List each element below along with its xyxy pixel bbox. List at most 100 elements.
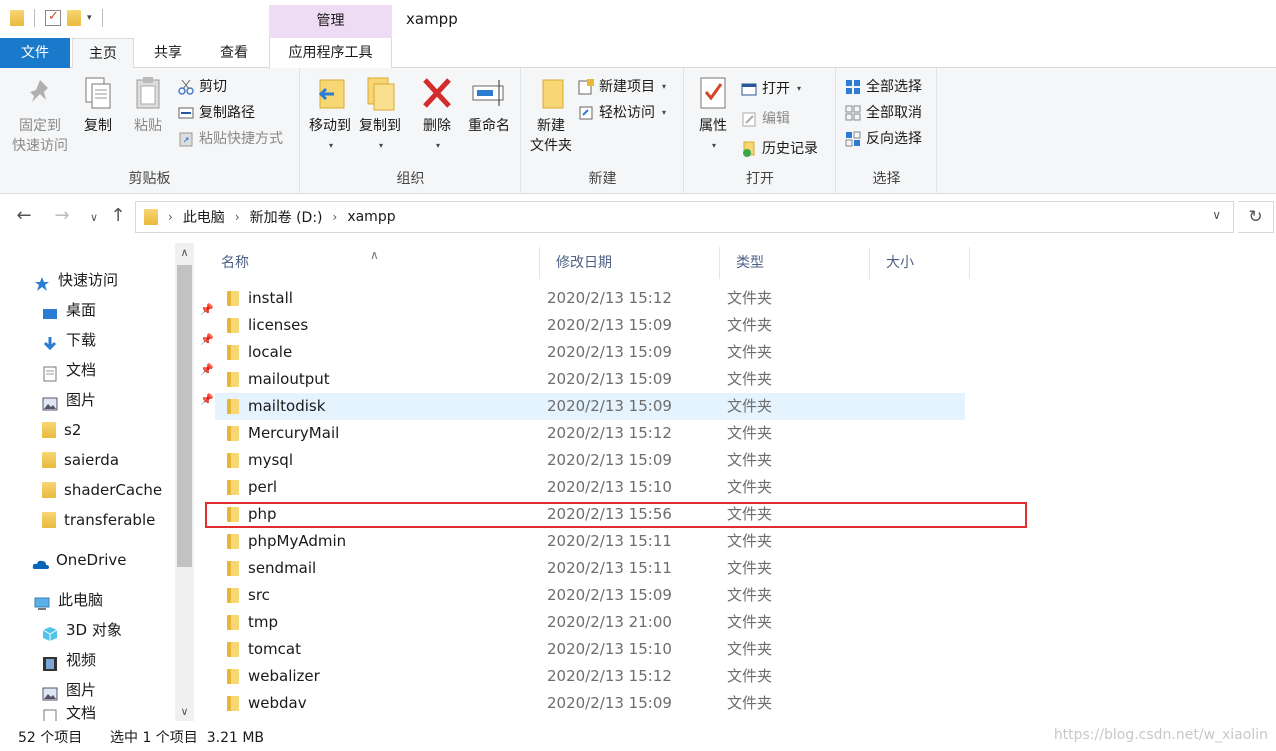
breadcrumb-separator-icon[interactable]: › xyxy=(333,210,338,224)
nav-this-pc[interactable]: 此电脑 xyxy=(34,585,103,615)
new-folder-qat-icon[interactable] xyxy=(67,10,81,26)
rename-button[interactable]: 重命名 xyxy=(463,74,515,136)
easy-access-dropdown-icon: ▾ xyxy=(662,108,667,117)
column-header-modified[interactable]: 修改日期 xyxy=(540,247,720,279)
up-arrow-icon[interactable]: ↑ xyxy=(106,205,130,226)
tab-file[interactable]: 文件 xyxy=(0,38,70,68)
select-none-button[interactable]: 全部取消 xyxy=(845,102,922,124)
properties-qat-icon[interactable] xyxy=(45,9,61,26)
table-row[interactable]: MercuryMail 2020/2/13 15:12 文件夹 xyxy=(215,420,965,447)
table-row[interactable]: tomcat 2020/2/13 15:10 文件夹 xyxy=(215,636,965,663)
nav-item-videos[interactable]: 视频 xyxy=(42,645,96,675)
breadcrumb-this-pc[interactable]: 此电脑 xyxy=(183,207,225,227)
pin-to-quick-access-button[interactable]: 固定到 快速访问 xyxy=(8,74,72,156)
table-row[interactable]: licenses 2020/2/13 15:09 文件夹 xyxy=(215,312,965,339)
select-none-label: 全部取消 xyxy=(866,105,922,121)
tab-share[interactable]: 共享 xyxy=(140,38,196,68)
nav-item-shadercache[interactable]: shaderCache xyxy=(42,475,162,505)
picture-icon xyxy=(42,392,58,411)
manage-tab[interactable]: 管理 xyxy=(269,5,392,38)
new-folder-button[interactable]: 新建 文件夹 xyxy=(524,74,578,156)
paste-button[interactable]: 粘贴 xyxy=(126,74,170,136)
nav-quick-access-label: 快速访问 xyxy=(58,271,119,289)
nav-item-pc-pictures[interactable]: 图片 xyxy=(42,675,96,705)
nav-item-3d-objects[interactable]: 3D 对象 xyxy=(42,615,122,645)
column-header-size[interactable]: 大小 xyxy=(870,247,970,279)
nav-item-downloads[interactable]: 下载 📌 xyxy=(42,325,214,355)
invert-selection-label: 反向选择 xyxy=(866,131,922,147)
forward-arrow-icon[interactable]: → xyxy=(50,205,74,226)
breadcrumb-drive-d[interactable]: 新加卷 (D:) xyxy=(250,207,323,227)
invert-selection-button[interactable]: 反向选择 xyxy=(845,128,922,150)
nav-item-pc-documents[interactable]: 文档 xyxy=(42,705,96,721)
history-button[interactable]: 历史记录 xyxy=(741,138,818,160)
open-group-label: 打开 xyxy=(746,171,774,187)
cut-button[interactable]: 剪切 xyxy=(178,76,227,98)
table-row[interactable]: sendmail 2020/2/13 15:11 文件夹 xyxy=(215,555,965,582)
table-row[interactable]: install 2020/2/13 15:12 文件夹 xyxy=(215,285,965,312)
file-modified-date: 2020/2/13 15:09 xyxy=(547,586,672,604)
new-group-label: 新建 xyxy=(588,171,617,187)
nav-item-pictures[interactable]: 图片 📌 xyxy=(42,385,214,415)
select-all-button[interactable]: 全部选择 xyxy=(845,76,922,98)
delete-dropdown-icon: ▾ xyxy=(435,141,440,150)
delete-button[interactable]: 删除 ▾ xyxy=(415,74,459,156)
address-bar[interactable]: › 此电脑 › 新加卷 (D:) › xampp ∨ xyxy=(135,201,1234,233)
table-row[interactable]: locale 2020/2/13 15:09 文件夹 xyxy=(215,339,965,366)
copy-path-button[interactable]: 复制路径 xyxy=(178,102,255,124)
table-row[interactable]: src 2020/2/13 15:09 文件夹 xyxy=(215,582,965,609)
nav-pane-scrollbar[interactable]: ∧ ∨ xyxy=(175,243,194,721)
nav-item-saierda[interactable]: saierda xyxy=(42,445,119,475)
address-dropdown-icon[interactable]: ∨ xyxy=(1212,208,1221,222)
nav-item-desktop[interactable]: 桌面 📌 xyxy=(42,295,214,325)
paste-shortcut-button[interactable]: 粘贴快捷方式 xyxy=(178,128,283,150)
copy-button[interactable]: 复制 xyxy=(76,74,120,136)
nav-item-s2[interactable]: s2 xyxy=(42,415,81,445)
nav-item-label: saierda xyxy=(64,451,120,469)
nav-quick-access[interactable]: 快速访问 xyxy=(34,265,118,295)
nav-item-transferable[interactable]: transferable xyxy=(42,505,155,535)
easy-access-button[interactable]: 轻松访问 ▾ xyxy=(578,102,666,124)
table-row[interactable]: mailtodisk 2020/2/13 15:09 文件夹 xyxy=(215,393,965,420)
scroll-up-icon[interactable]: ∧ xyxy=(175,246,194,259)
edit-icon xyxy=(741,111,757,127)
folder-icon xyxy=(227,291,239,306)
pin-label-1: 固定到 xyxy=(19,118,61,134)
back-arrow-icon[interactable]: ← xyxy=(12,205,36,226)
edit-button[interactable]: 编辑 xyxy=(741,108,790,130)
column-header-name[interactable]: ∧ 名称 xyxy=(205,247,540,279)
divider xyxy=(34,9,35,27)
nav-onedrive[interactable]: OneDrive xyxy=(32,545,127,575)
nav-item-documents[interactable]: 文档 📌 xyxy=(42,355,214,385)
table-row[interactable]: webalizer 2020/2/13 15:12 文件夹 xyxy=(215,663,965,690)
recent-locations-chevron-icon[interactable]: ∨ xyxy=(82,211,106,224)
refresh-icon[interactable]: ↻ xyxy=(1238,201,1274,233)
scroll-down-icon[interactable]: ∨ xyxy=(175,705,194,718)
move-to-button[interactable]: 移动到 ▾ xyxy=(305,74,355,156)
folder-icon xyxy=(227,588,239,603)
table-row[interactable]: tmp 2020/2/13 21:00 文件夹 xyxy=(215,609,965,636)
breadcrumb-separator-icon[interactable]: › xyxy=(168,210,173,224)
new-item-button[interactable]: 新建项目 ▾ xyxy=(578,76,666,98)
file-type: 文件夹 xyxy=(727,289,773,307)
tab-view[interactable]: 查看 xyxy=(206,38,262,68)
column-header-type[interactable]: 类型 xyxy=(720,247,870,279)
table-row[interactable]: mailoutput 2020/2/13 15:09 文件夹 xyxy=(215,366,965,393)
new-folder-icon xyxy=(533,74,569,112)
table-row[interactable]: phpMyAdmin 2020/2/13 15:11 文件夹 xyxy=(215,528,965,555)
breadcrumb-xampp[interactable]: xampp xyxy=(347,209,395,225)
table-row[interactable]: perl 2020/2/13 15:10 文件夹 xyxy=(215,474,965,501)
properties-button[interactable]: 属性 ▾ xyxy=(689,74,737,156)
delete-label: 删除 xyxy=(423,118,451,134)
table-row[interactable]: mysql 2020/2/13 15:09 文件夹 xyxy=(215,447,965,474)
scrollbar-thumb[interactable] xyxy=(177,265,192,567)
tab-home[interactable]: 主页 xyxy=(72,38,134,69)
copy-to-button[interactable]: 复制到 ▾ xyxy=(355,74,405,156)
breadcrumb-separator-icon[interactable]: › xyxy=(235,210,240,224)
file-type: 文件夹 xyxy=(727,343,773,361)
customize-qat-icon[interactable]: ▾ xyxy=(87,13,92,23)
divider xyxy=(101,9,103,27)
tab-app-tools[interactable]: 应用程序工具 xyxy=(269,38,392,68)
table-row[interactable]: webdav 2020/2/13 15:09 文件夹 xyxy=(215,690,965,717)
open-button[interactable]: 打开 ▾ xyxy=(741,78,801,100)
